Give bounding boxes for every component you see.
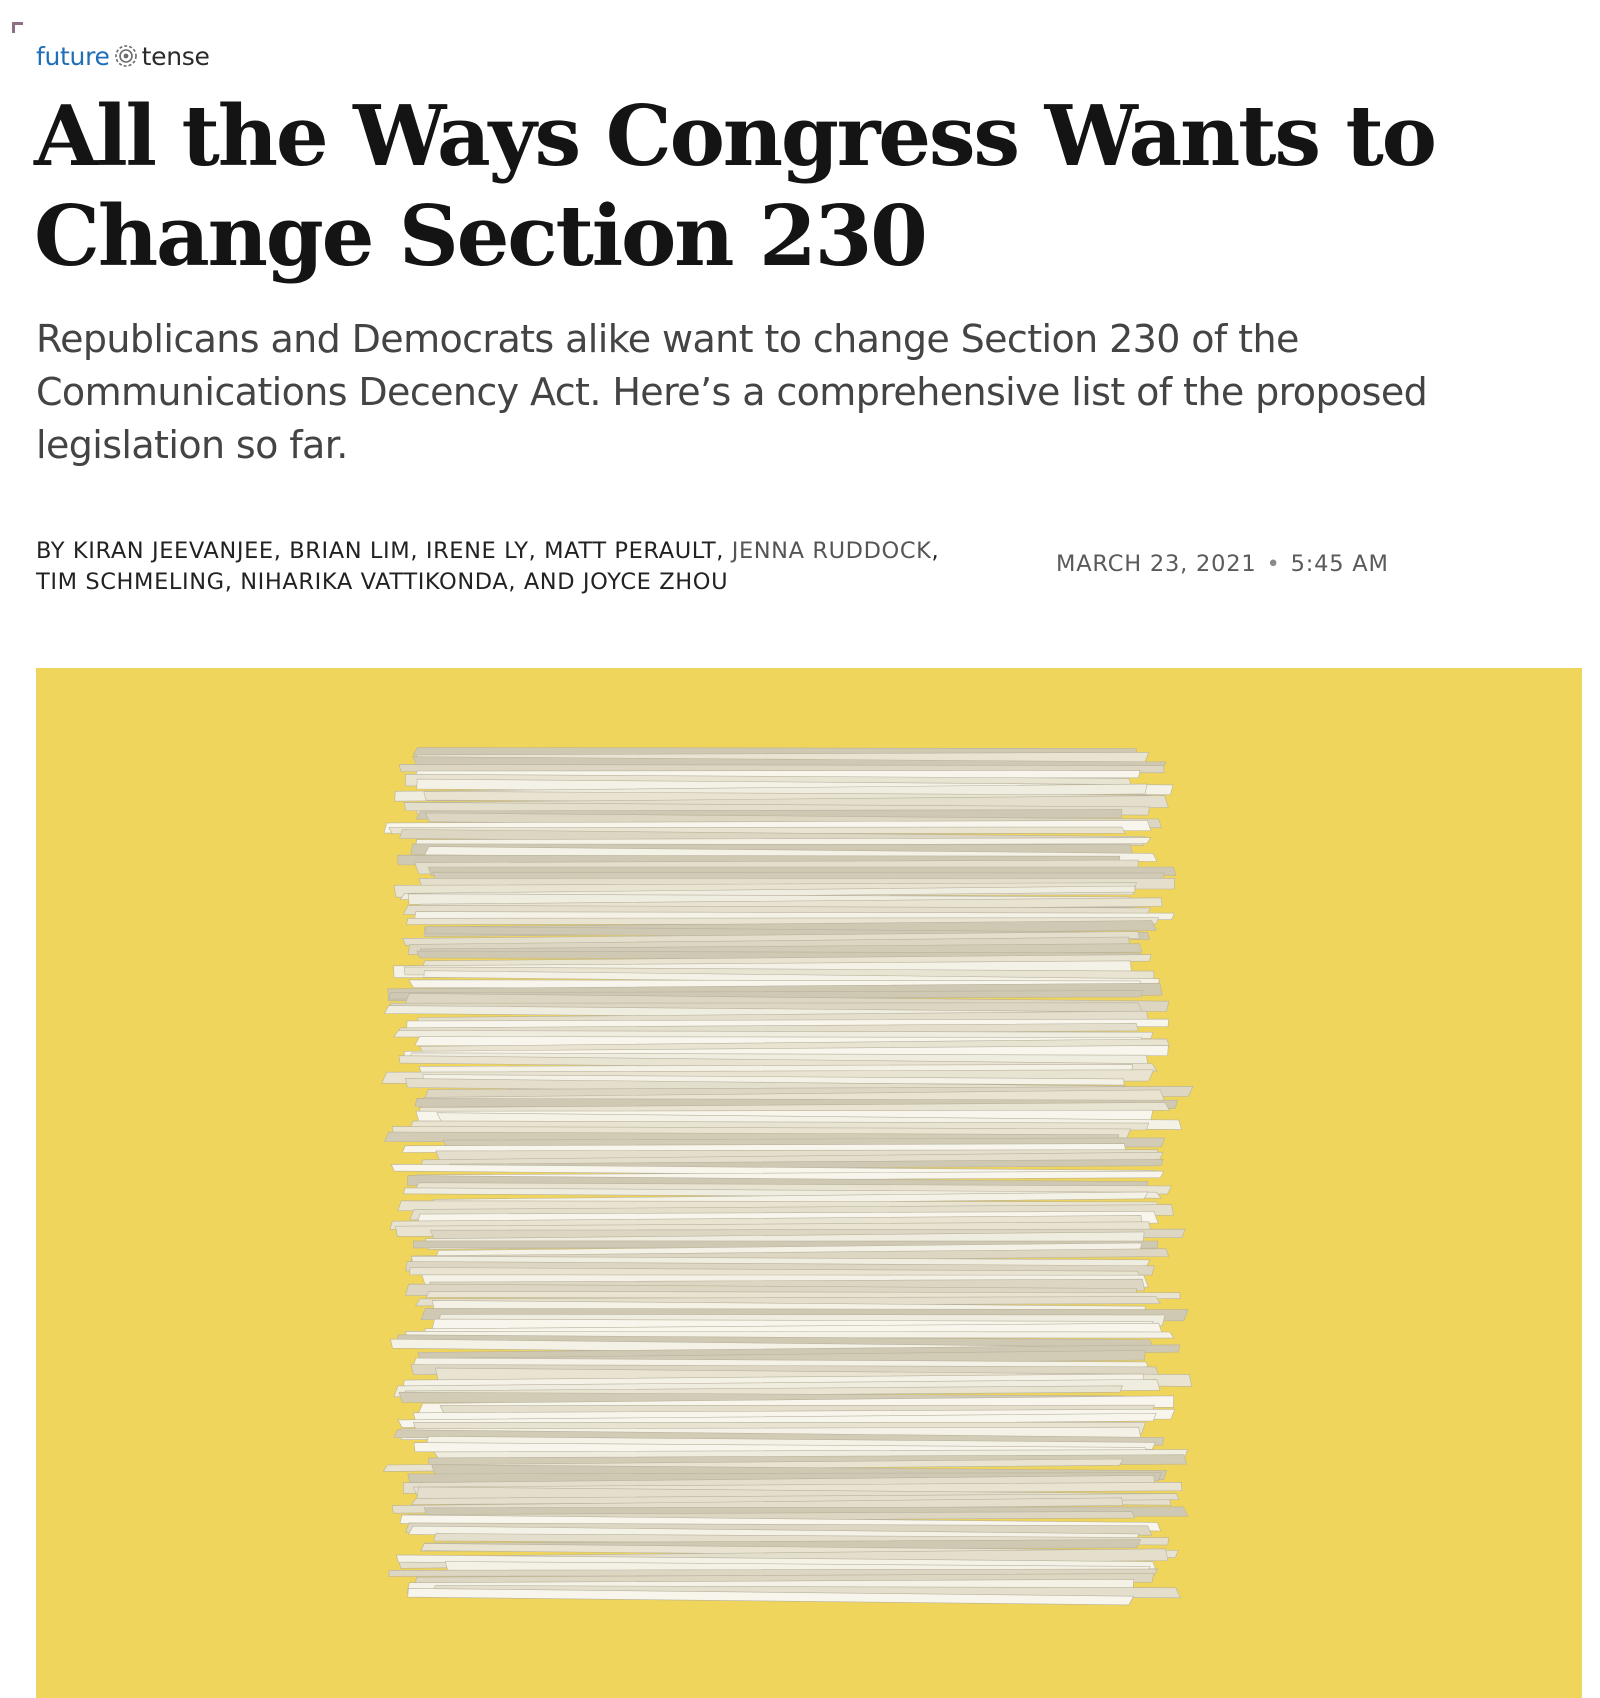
publish-dateline: March 23, 2021 • 5:45 AM bbox=[1056, 551, 1389, 577]
article-dek: Republicans and Democrats alike want to … bbox=[36, 313, 1536, 472]
byline-author[interactable]: Matt Perault bbox=[544, 538, 716, 564]
dek-line-1: Republicans and Democrats alike want to … bbox=[36, 317, 1299, 361]
paper-stack bbox=[381, 747, 1194, 1606]
byline-author-link[interactable]: Jenna Ruddock bbox=[732, 538, 932, 564]
byline-separator: , bbox=[224, 569, 241, 595]
paper-stack-illustration bbox=[36, 668, 1582, 1698]
hero-image bbox=[36, 668, 1582, 1698]
byline-separator: , bbox=[931, 538, 940, 564]
byline-separator: , bbox=[273, 538, 290, 564]
publish-date: March 23, 2021 bbox=[1056, 551, 1257, 577]
corner-bracket-icon bbox=[12, 22, 23, 33]
kicker-future: future bbox=[36, 41, 110, 71]
article-headline: All the Ways Congress Wants to Change Se… bbox=[34, 86, 1554, 286]
kicker-tense: tense bbox=[141, 41, 210, 71]
publish-time: 5:45 AM bbox=[1290, 551, 1389, 577]
byline-author[interactable]: Irene Ly bbox=[426, 538, 529, 564]
byline-author[interactable]: Tim Schmeling bbox=[36, 569, 225, 595]
headline-line-2: Change Section 230 bbox=[34, 187, 928, 285]
dek-line-2: Communications Decency Act. Here’s a com… bbox=[36, 370, 1428, 414]
byline-prefix: By bbox=[36, 538, 73, 564]
byline-author[interactable]: Kiran Jeevanjee bbox=[73, 538, 274, 564]
byline-author[interactable]: Brian Lim bbox=[289, 538, 410, 564]
byline-author[interactable]: Joyce Zhou bbox=[583, 569, 728, 595]
dek-line-3: legislation so far. bbox=[36, 423, 348, 467]
byline-separator: , bbox=[716, 538, 732, 564]
headline-line-1: All the Ways Congress Wants to bbox=[34, 87, 1437, 185]
byline-separator: , and bbox=[508, 569, 583, 595]
section-kicker[interactable]: future tense bbox=[36, 38, 210, 74]
byline-separator: , bbox=[528, 538, 545, 564]
future-tense-logo-icon bbox=[114, 45, 137, 67]
date-separator: • bbox=[1266, 551, 1281, 577]
byline-author[interactable]: Niharika Vattikonda bbox=[240, 569, 508, 595]
byline-separator: , bbox=[410, 538, 426, 564]
byline: By Kiran Jeevanjee, Brian Lim, Irene Ly,… bbox=[36, 536, 986, 598]
